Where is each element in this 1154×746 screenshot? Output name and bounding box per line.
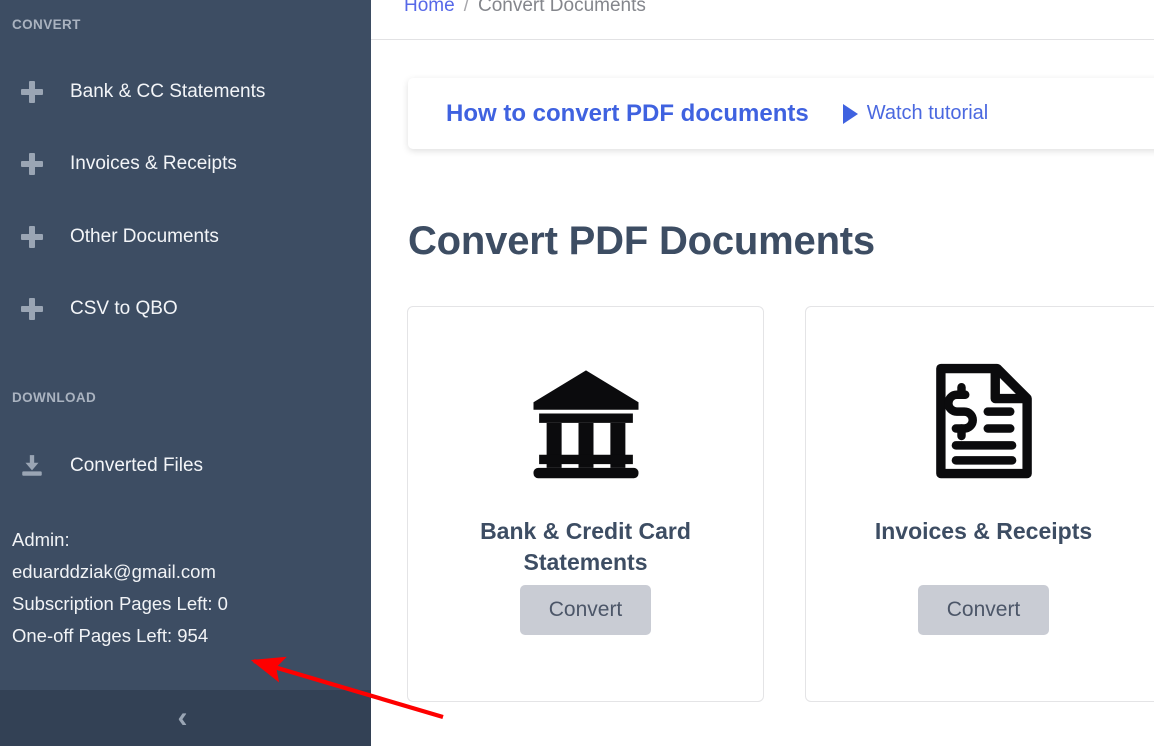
card-title: Invoices & Receipts bbox=[874, 518, 1093, 544]
bank-building-icon bbox=[526, 331, 646, 511]
sidebar-item-invoices-receipts[interactable]: Invoices & Receipts bbox=[0, 140, 371, 188]
sidebar: CONVERT Bank & CC Statements Invoices & … bbox=[0, 0, 371, 746]
account-email: eduarddziak@gmail.com bbox=[12, 561, 216, 582]
sidebar-item-converted-files[interactable]: Converted Files bbox=[0, 442, 371, 490]
one-off-pages-left: One-off Pages Left: 954 bbox=[12, 625, 209, 646]
card-bank-credit-card-statements[interactable]: Bank & Credit Card Statements Convert bbox=[407, 306, 764, 702]
sidebar-collapse-button[interactable]: ‹ bbox=[0, 690, 371, 746]
tutorial-banner: How to convert PDF documents Watch tutor… bbox=[408, 78, 1154, 149]
watch-tutorial-link[interactable]: Watch tutorial bbox=[842, 102, 989, 125]
plus-icon bbox=[10, 298, 54, 320]
breadcrumb: Home / Convert Documents bbox=[371, 0, 1154, 40]
download-icon bbox=[10, 453, 54, 479]
sidebar-item-label: Invoices & Receipts bbox=[70, 153, 237, 174]
plus-icon bbox=[10, 226, 54, 248]
convert-button-bank-statements[interactable]: Convert bbox=[519, 585, 652, 635]
sidebar-item-label: CSV to QBO bbox=[70, 298, 178, 319]
play-triangle-icon bbox=[842, 103, 858, 124]
sidebar-item-other-documents[interactable]: Other Documents bbox=[0, 213, 371, 261]
card-title: Bank & Credit Card Statements bbox=[480, 518, 691, 575]
watch-tutorial-label: Watch tutorial bbox=[866, 102, 989, 124]
sidebar-item-csv-to-qbo[interactable]: CSV to QBO bbox=[0, 285, 371, 333]
sidebar-item-label: Other Documents bbox=[70, 226, 219, 247]
plus-icon bbox=[10, 81, 54, 103]
card-invoices-receipts[interactable]: Invoices & Receipts Convert bbox=[805, 306, 1154, 702]
sidebar-item-label: Converted Files bbox=[70, 455, 204, 476]
chevron-left-icon: ‹ bbox=[177, 701, 188, 734]
breadcrumb-current-page: Convert Documents bbox=[477, 0, 646, 16]
subscription-pages-left: Subscription Pages Left: 0 bbox=[12, 593, 228, 614]
page-title: Convert PDF Documents bbox=[408, 219, 875, 263]
app-root: CONVERT Bank & CC Statements Invoices & … bbox=[0, 0, 1154, 746]
card-button-wrap: Convert bbox=[917, 585, 1050, 635]
convert-card-row: Bank & Credit Card Statements Convert In… bbox=[407, 306, 1154, 702]
account-role-label: Admin: bbox=[12, 529, 70, 550]
account-info: Admin: eduarddziak@gmail.com Subscriptio… bbox=[12, 524, 362, 652]
main-content: Home / Convert Documents How to convert … bbox=[371, 0, 1154, 746]
plus-icon bbox=[10, 153, 54, 175]
sidebar-item-label: Bank & CC Statements bbox=[70, 81, 266, 102]
invoice-document-icon bbox=[924, 331, 1044, 511]
breadcrumb-home-link[interactable]: Home bbox=[404, 0, 455, 17]
convert-button-invoices-receipts[interactable]: Convert bbox=[917, 585, 1050, 635]
sidebar-section-label-convert: CONVERT bbox=[12, 17, 81, 32]
sidebar-item-bank-cc-statements[interactable]: Bank & CC Statements bbox=[0, 68, 371, 116]
breadcrumb-separator: / bbox=[463, 0, 469, 16]
tutorial-title-link[interactable]: How to convert PDF documents bbox=[446, 100, 809, 128]
sidebar-section-label-download: DOWNLOAD bbox=[12, 390, 97, 405]
card-button-wrap: Convert bbox=[519, 585, 652, 635]
